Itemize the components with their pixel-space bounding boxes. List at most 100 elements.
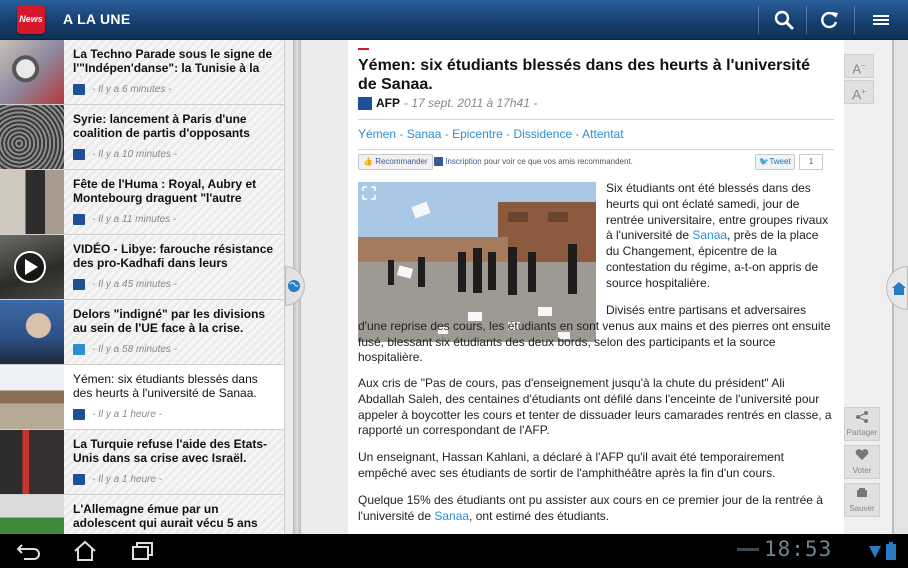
signal-icon (869, 546, 881, 558)
play-icon (14, 251, 46, 283)
p-logo-icon (73, 344, 85, 355)
list-item[interactable]: Fête de l'Huma : Royal, Aubry et Montebo… (0, 170, 284, 235)
afp-logo-icon (73, 474, 85, 485)
divider (358, 119, 834, 120)
twitter-icon: 🐦 (759, 157, 770, 166)
list-item-time: - Il y a 58 minutes - (92, 344, 178, 355)
refresh-icon (821, 11, 838, 29)
list-item-selected[interactable]: Yémen: six étudiants blessés dans des he… (0, 365, 284, 430)
recent-apps-icon[interactable] (130, 541, 154, 561)
share-button[interactable]: Partager (844, 407, 880, 441)
list-item-time: - Il y a 45 minutes - (92, 279, 178, 290)
search-button[interactable] (761, 0, 807, 40)
font-smaller-button[interactable]: A− (844, 54, 874, 78)
article-pane: Yémen: six étudiants blessés dans des he… (348, 40, 844, 534)
expand-icon[interactable] (362, 186, 376, 200)
thumbnail-image (0, 300, 64, 364)
article-paragraph: Six étudiants ont été blessés dans des h… (606, 181, 829, 290)
article-meta: AFP - 17 sept. 2011 à 17h41 - (358, 96, 537, 110)
tag-link[interactable]: Sanaa (407, 127, 442, 141)
afp-logo-icon (73, 84, 85, 95)
list-item[interactable]: La Techno Parade sous le signe de l'"Ind… (0, 40, 284, 105)
share-label: Partager (846, 428, 878, 437)
font-larger-button[interactable]: A+ (844, 80, 874, 104)
battery-icon (886, 542, 896, 560)
thumbnail-image (0, 495, 64, 534)
article-source: AFP (376, 96, 400, 110)
video-thumbnail[interactable] (0, 235, 64, 299)
article-paragraph: Quelque 15% des étudiants ont pu assiste… (358, 493, 823, 523)
facebook-inscription: Inscription pour voir ce que vos amis re… (434, 156, 633, 168)
thumbs-up-icon: 👍 (363, 157, 373, 166)
globe-icon (288, 280, 300, 292)
article-paragraph: Divisés entre partisans et adversaires d… (358, 303, 831, 365)
tag-link[interactable]: Epicentre (452, 127, 503, 141)
list-item[interactable]: La Turquie refuse l'aide des Etats-Unis … (0, 430, 284, 495)
list-item-time: - Il y a 11 minutes - (92, 214, 177, 225)
save-icon (857, 488, 867, 497)
action-bar: News A LA UNE (0, 0, 908, 40)
list-item-title: VIDÉO - Libye: farouche résistance des p… (73, 242, 274, 272)
list-item[interactable]: VIDÉO - Libye: farouche résistance des p… (0, 235, 284, 300)
inscription-link[interactable]: Inscription (445, 157, 481, 166)
list-item-time: - Il y a 6 minutes - (92, 84, 172, 95)
article-paragraph: Un enseignant, Hassan Kahlani, a déclaré… (358, 450, 784, 480)
article-paragraph: Aux cris de "Pas de cours, pas d'enseign… (358, 376, 832, 438)
afp-logo-icon (73, 149, 85, 160)
inline-link[interactable]: Sanaa (434, 509, 469, 523)
toolbar-divider (854, 6, 855, 34)
article-title: Yémen: six étudiants blessés dans des he… (358, 57, 810, 93)
accent-line (358, 48, 369, 50)
vote-label: Voter (852, 466, 872, 475)
list-item-title: Yémen: six étudiants blessés dans des he… (73, 372, 258, 400)
recommend-button[interactable]: 👍 Recommander (358, 154, 433, 170)
inline-link[interactable]: Sanaa (692, 228, 727, 242)
list-item-title: La Techno Parade sous le signe de l'"Ind… (73, 47, 273, 77)
save-button[interactable]: Sauver (844, 483, 880, 517)
home-nav-icon[interactable] (73, 540, 97, 562)
article-date: - 17 sept. 2011 à 17h41 - (404, 96, 538, 110)
list-item-time: - Il y a 10 minutes - (92, 149, 178, 160)
social-bar: 👍 Recommander Inscription pour voir ce q… (358, 154, 834, 172)
right-toolbar: A− A+ Partager Voter Sauver (844, 40, 892, 534)
tag-link[interactable]: Yémen (358, 127, 396, 141)
tweet-count: 1 (799, 154, 823, 170)
tweet-button[interactable]: 🐦Tweet (755, 154, 795, 170)
thumbnail-image (0, 170, 64, 234)
list-item-title: La Turquie refuse l'aide des Etats-Unis … (73, 437, 268, 465)
home-icon (892, 282, 906, 295)
back-icon[interactable] (16, 541, 42, 561)
system-clock: 18:53 (764, 537, 833, 561)
thumbnail-image (0, 105, 64, 169)
tag-link[interactable]: Attentat (582, 127, 623, 141)
list-item-title: Fête de l'Huma : Royal, Aubry et Montebo… (73, 177, 257, 205)
app-logo[interactable]: News (17, 5, 45, 34)
thumbnail-image (0, 365, 64, 429)
vote-button[interactable]: Voter (844, 445, 880, 479)
afp-logo-icon (73, 214, 85, 225)
divider (358, 149, 834, 150)
search-icon (774, 10, 794, 30)
page-title: A LA UNE (63, 11, 131, 27)
afp-logo-icon (358, 96, 372, 110)
list-item[interactable]: Syrie: lancement à Paris d'une coalition… (0, 105, 284, 170)
afp-logo-icon (73, 409, 85, 420)
news-list: La Techno Parade sous le signe de l'"Ind… (0, 40, 284, 534)
list-item[interactable]: Delors "indigné" par les divisions au se… (0, 300, 284, 365)
facebook-icon (434, 157, 443, 167)
vote-icon (855, 449, 869, 460)
afp-logo-icon (73, 279, 85, 290)
list-item-time: - Il y a 1 heure - (92, 409, 163, 420)
toolbar-divider (758, 6, 759, 34)
home-tab[interactable] (886, 266, 908, 310)
menu-icon (873, 15, 889, 25)
refresh-button[interactable] (806, 0, 852, 40)
tag-link[interactable]: Dissidence (513, 127, 572, 141)
save-label: Sauver (849, 504, 875, 513)
thumbnail-image (0, 430, 64, 494)
list-item-title: Delors "indigné" par les divisions au se… (73, 307, 266, 335)
thumbnail-image (0, 40, 64, 104)
list-item[interactable]: L'Allemagne émue par un adolescent qui a… (0, 495, 284, 534)
tag-list: Yémen - Sanaa - Epicentre - Dissidence -… (358, 127, 624, 141)
menu-button[interactable] (858, 0, 904, 40)
